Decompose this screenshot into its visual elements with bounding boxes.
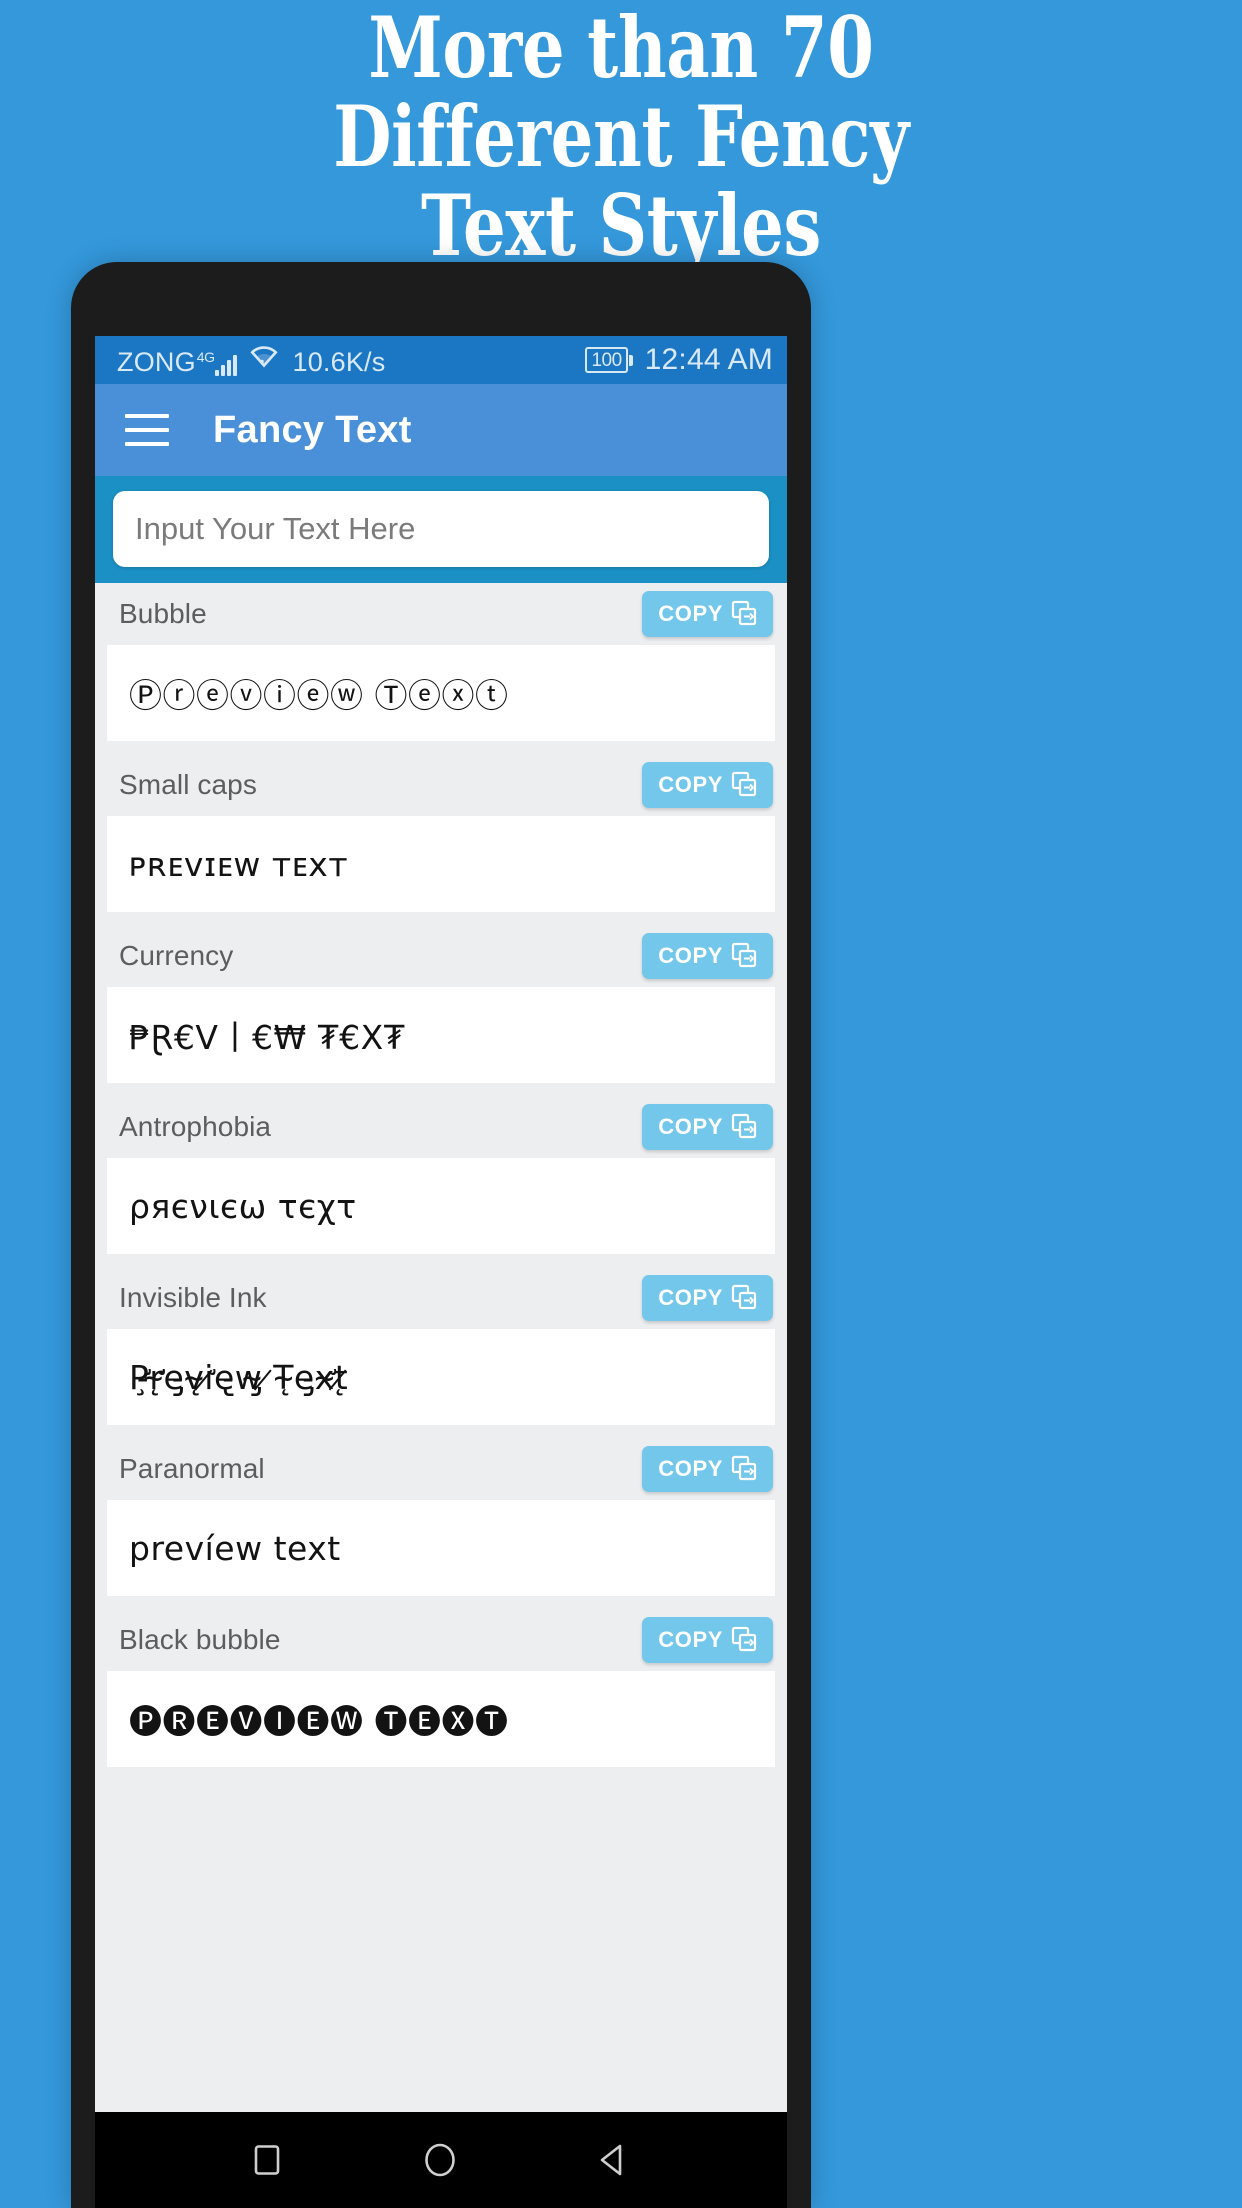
style-rows-container: Bubble COPY Ⓟⓡⓔⓥⓘⓔⓦ Ⓣⓔⓧⓣ Small caps COPY ᴘʀᴇᴠ… — [95, 583, 787, 1767]
status-bar-right-group: 100 12:44 AM — [585, 345, 773, 375]
phone-screen: ZONG 4G 10.6K/s 100 12:44 AM Fancy Text … — [95, 336, 787, 2208]
text-input[interactable] — [113, 491, 769, 567]
android-status-bar: ZONG 4G 10.6K/s 100 12:44 AM — [95, 336, 787, 384]
copy-icon-glyph — [731, 1284, 757, 1309]
style-row-header: Currency COPY — [95, 925, 787, 987]
style-preview-text: ₱Ɽ€V丨€₩ ₮€X₮ — [107, 987, 775, 1083]
style-preview-text: ρяєνιєω τєχτ — [107, 1158, 775, 1254]
style-name-label: Small caps — [119, 769, 257, 800]
status-bar-clock: 12:44 AM — [644, 343, 773, 376]
style-list-scroll-area[interactable]: Bubble COPY Ⓟⓡⓔⓥⓘⓔⓦ Ⓣⓔⓧⓣ Small caps COPY ᴘʀᴇᴠ… — [95, 476, 787, 2112]
copy-icon-glyph — [731, 1455, 757, 1480]
copy-button-label: COPY — [658, 1114, 723, 1139]
copy-icon-glyph — [731, 1113, 757, 1138]
style-row: Invisible Ink COPY P̵̧̛r̴̨̛e̵̡v̴̨i̷̛e̵̢w̴̡… — [95, 1267, 787, 1425]
copy-button[interactable]: COPY — [642, 591, 773, 637]
copy-button-label: COPY — [658, 601, 723, 626]
style-name-label: Antrophobia — [119, 1111, 272, 1142]
wifi-icon — [249, 344, 279, 375]
copy-button-label: COPY — [658, 772, 723, 797]
battery-level: 100 — [585, 347, 628, 373]
promo-headline-line-2: Different Fency — [333, 87, 909, 186]
signal-bars-icon — [215, 354, 238, 376]
promo-headline-line-3: Text Styles — [421, 176, 821, 275]
style-row: Bubble COPY Ⓟⓡⓔⓥⓘⓔⓦ Ⓣⓔⓧⓣ — [95, 583, 787, 741]
copy-icon-glyph — [731, 771, 757, 796]
copy-icon — [731, 1626, 757, 1655]
battery-icon: 100 — [585, 347, 633, 373]
style-row-header: Small caps COPY — [95, 754, 787, 816]
copy-icon — [731, 1284, 757, 1313]
copy-icon-glyph — [731, 600, 757, 625]
style-preview-text: Ⓟⓡⓔⓥⓘⓔⓦ Ⓣⓔⓧⓣ — [107, 645, 775, 741]
copy-icon — [731, 1113, 757, 1142]
style-preview-text: prevíew text — [107, 1500, 775, 1596]
promo-headline: More than 70 Different Fency Text Styles — [124, 0, 1118, 268]
style-preview-text: P̵̧̛r̴̨̛e̵̡v̴̨i̷̛e̵̢w̴̡ ̷T̴̨e̵̡x̴̛t̷̨ — [107, 1329, 775, 1425]
app-bar: Fancy Text — [95, 384, 787, 476]
battery-cap — [628, 354, 633, 366]
style-row-header: Paranormal COPY — [95, 1438, 787, 1500]
phone-device-frame: ZONG 4G 10.6K/s 100 12:44 AM Fancy Text … — [71, 262, 811, 2208]
triangle-back-icon[interactable] — [594, 2140, 634, 2180]
style-preview-text: 🅟🅡🅔🅥🅘🅔🅦 🅣🅔🅧🅣 — [107, 1671, 775, 1767]
style-row: Paranormal COPY prevíew text — [95, 1438, 787, 1596]
copy-icon — [731, 1455, 757, 1484]
style-name-label: Black bubble — [119, 1624, 281, 1655]
copy-button-label: COPY — [658, 1627, 723, 1652]
copy-button[interactable]: COPY — [642, 1617, 773, 1663]
input-band — [95, 476, 787, 583]
style-row-header: Invisible Ink COPY — [95, 1267, 787, 1329]
copy-button[interactable]: COPY — [642, 762, 773, 808]
circle-home-icon[interactable] — [419, 2139, 461, 2181]
promo-headline-line-1: More than 70 — [368, 0, 874, 97]
style-row: Currency COPY ₱Ɽ€V丨€₩ ₮€X₮ — [95, 925, 787, 1083]
copy-icon — [731, 771, 757, 800]
copy-button[interactable]: COPY — [642, 1275, 773, 1321]
copy-icon — [731, 942, 757, 971]
hamburger-menu-icon[interactable] — [125, 414, 169, 446]
copy-button[interactable]: COPY — [642, 1446, 773, 1492]
style-name-label: Invisible Ink — [119, 1282, 267, 1313]
style-row-header: Bubble COPY — [95, 583, 787, 645]
style-row: Antrophobia COPY ρяєνιєω τєχτ — [95, 1096, 787, 1254]
copy-icon-glyph — [731, 1626, 757, 1651]
copy-button[interactable]: COPY — [642, 1104, 773, 1150]
style-name-label: Paranormal — [119, 1453, 265, 1484]
android-nav-bar — [95, 2112, 787, 2208]
style-name-label: Bubble — [119, 598, 207, 629]
copy-icon — [731, 600, 757, 629]
style-row: Black bubble COPY 🅟🅡🅔🅥🅘🅔🅦 🅣🅔🅧🅣 — [95, 1609, 787, 1767]
app-title: Fancy Text — [213, 408, 412, 451]
style-name-label: Currency — [119, 940, 234, 971]
style-row-header: Antrophobia COPY — [95, 1096, 787, 1158]
copy-button[interactable]: COPY — [642, 933, 773, 979]
copy-button-label: COPY — [658, 1456, 723, 1481]
status-bar-left-group: ZONG 4G 10.6K/s — [117, 344, 585, 376]
style-row: Small caps COPY ᴘʀᴇᴠɪᴇᴡ ᴛᴇxᴛ — [95, 754, 787, 912]
network-type-label: 4G — [196, 349, 215, 365]
style-row-header: Black bubble COPY — [95, 1609, 787, 1671]
square-recents-icon[interactable] — [248, 2141, 286, 2179]
copy-button-label: COPY — [658, 1285, 723, 1310]
copy-icon-glyph — [731, 942, 757, 967]
carrier-name: ZONG — [117, 347, 196, 377]
network-speed: 10.6K/s — [292, 347, 386, 377]
copy-button-label: COPY — [658, 943, 723, 968]
style-preview-text: ᴘʀᴇᴠɪᴇᴡ ᴛᴇxᴛ — [107, 816, 775, 912]
